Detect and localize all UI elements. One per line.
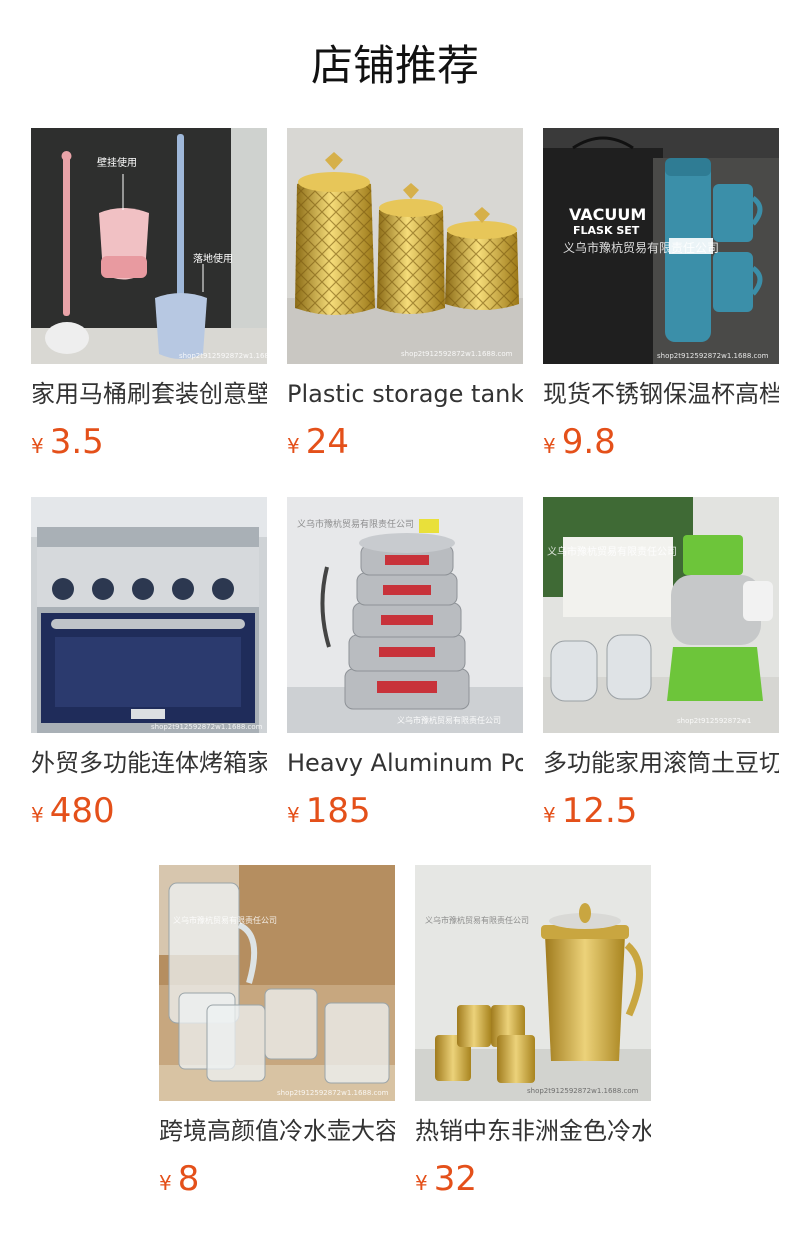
- product-card-3[interactable]: VACUUM FLASK SET 义乌市豫杭贸易有限责任公司 shop2t912…: [543, 128, 779, 462]
- product-card-2[interactable]: shop2t912592872w1.1688.com Plastic stora…: [287, 128, 523, 462]
- image-label-floor: 落地使用: [193, 252, 233, 265]
- currency-symbol: ¥: [543, 803, 556, 827]
- product-card-8[interactable]: 义乌市豫杭贸易有限责任公司 shop2t912592872w1.1688.com…: [415, 865, 651, 1199]
- gold-pitcher-image[interactable]: 义乌市豫杭贸易有限责任公司 shop2t912592872w1.1688.com: [415, 865, 651, 1101]
- product-price: ¥12.5: [543, 791, 779, 831]
- price-amount: 3.5: [49, 422, 104, 462]
- gold-jars-image[interactable]: shop2t912592872w1.1688.com: [287, 128, 523, 364]
- price-amount: 12.5: [561, 791, 638, 831]
- glass-pitcher-image[interactable]: 义乌市豫杭贸易有限责任公司 shop2t912592872w1.1688.com: [159, 865, 395, 1101]
- product-price: ¥480: [31, 791, 267, 831]
- price-amount: 32: [433, 1159, 477, 1199]
- product-card-1[interactable]: 壁挂使用 落地使用 shop2t912592872w1.1688.com 家用马…: [31, 128, 267, 462]
- product-card-4[interactable]: shop2t912592872w1.1688.com 外贸多功能连体烤箱家 ¥4…: [31, 497, 267, 831]
- watermark-company: 义乌市豫杭贸易有限责任公司: [425, 915, 529, 925]
- currency-symbol: ¥: [287, 803, 300, 827]
- currency-symbol: ¥: [31, 434, 44, 458]
- product-name[interactable]: 家用马桶刷套装创意壁: [31, 378, 267, 410]
- watermark: shop2t912592872w1.1688.com: [401, 350, 513, 358]
- product-price: ¥32: [415, 1159, 651, 1199]
- product-card-5[interactable]: 义乌市豫杭贸易有限责任公司 义乌市豫杭贸易有限责任公司 Heavy Alumin…: [287, 497, 523, 831]
- vegetable-slicer-image[interactable]: 义乌市豫杭贸易有限责任公司 shop2t912592872w1: [543, 497, 779, 733]
- watermark: shop2t912592872w1.1688.com: [657, 352, 769, 360]
- product-price: ¥185: [287, 791, 523, 831]
- price-amount: 9.8: [561, 422, 616, 462]
- product-name[interactable]: 多功能家用滚筒土豆切: [543, 747, 779, 779]
- currency-symbol: ¥: [415, 1171, 428, 1195]
- aluminum-pots-image[interactable]: 义乌市豫杭贸易有限责任公司 义乌市豫杭贸易有限责任公司: [287, 497, 523, 733]
- product-name[interactable]: 外贸多功能连体烤箱家: [31, 747, 267, 779]
- watermark: shop2t912592872w1.1688.com: [151, 723, 263, 731]
- currency-symbol: ¥: [543, 434, 556, 458]
- price-amount: 8: [177, 1159, 200, 1199]
- watermark-company: 义乌市豫杭贸易有限责任公司: [173, 915, 277, 925]
- price-amount: 480: [49, 791, 115, 831]
- product-price: ¥8: [159, 1159, 395, 1199]
- product-name[interactable]: 跨境高颜值冷水壶大容: [159, 1115, 395, 1147]
- box-label-vacuum: VACUUM: [569, 205, 646, 224]
- product-name[interactable]: Heavy Aluminum Pot: [287, 747, 523, 779]
- price-amount: 24: [305, 422, 349, 462]
- watermark: shop2t912592872w1.1688.com: [277, 1089, 389, 1097]
- product-price: ¥24: [287, 422, 523, 462]
- watermark: 义乌市豫杭贸易有限责任公司: [397, 715, 501, 725]
- watermark: shop2t912592872w1: [677, 717, 751, 725]
- page-title: 店铺推荐: [310, 41, 479, 90]
- product-name[interactable]: 现货不锈钢保温杯高档: [543, 378, 779, 410]
- product-price: ¥3.5: [31, 422, 267, 462]
- watermark-company: 义乌市豫杭贸易有限责任公司: [563, 240, 719, 255]
- product-name[interactable]: 热销中东非洲金色冷水: [415, 1115, 651, 1147]
- vacuum-flask-image[interactable]: VACUUM FLASK SET 义乌市豫杭贸易有限责任公司 shop2t912…: [543, 128, 779, 364]
- watermark: shop2t912592872w1.1688.com: [527, 1087, 639, 1095]
- watermark: shop2t912592872w1.1688.com: [179, 352, 267, 360]
- price-amount: 185: [305, 791, 371, 831]
- toilet-brush-image[interactable]: 壁挂使用 落地使用 shop2t912592872w1.1688.com: [31, 128, 267, 364]
- product-name[interactable]: Plastic storage tank: [287, 378, 523, 410]
- currency-symbol: ¥: [31, 803, 44, 827]
- watermark-company: 义乌市豫杭贸易有限责任公司: [547, 545, 677, 558]
- product-card-7[interactable]: 义乌市豫杭贸易有限责任公司 shop2t912592872w1.1688.com…: [159, 865, 395, 1199]
- currency-symbol: ¥: [159, 1171, 172, 1195]
- product-price: ¥9.8: [543, 422, 779, 462]
- watermark-company: 义乌市豫杭贸易有限责任公司: [297, 518, 414, 530]
- product-card-6[interactable]: 义乌市豫杭贸易有限责任公司 shop2t912592872w1 多功能家用滚筒土…: [543, 497, 779, 831]
- image-label-wall: 壁挂使用: [97, 156, 137, 169]
- oven-stove-image[interactable]: shop2t912592872w1.1688.com: [31, 497, 267, 733]
- box-label-flask: FLASK SET: [573, 224, 640, 237]
- currency-symbol: ¥: [287, 434, 300, 458]
